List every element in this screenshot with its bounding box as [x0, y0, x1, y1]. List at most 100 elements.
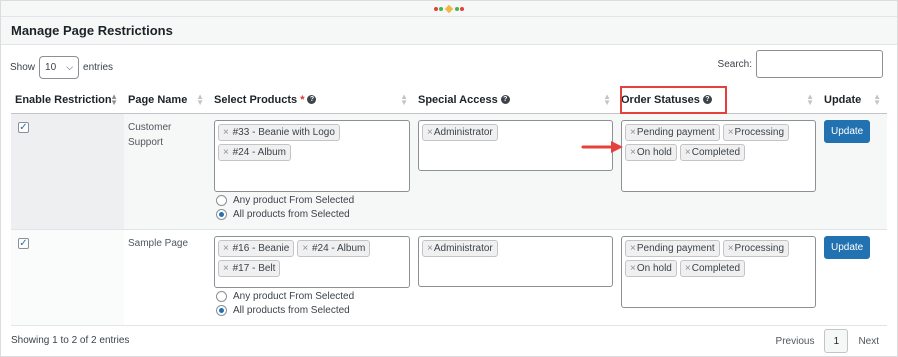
search-input[interactable]: [756, 50, 883, 78]
sort-icon: ▲ ▼: [873, 92, 881, 107]
radio-label: All products from Selected: [233, 304, 350, 316]
drag-handle[interactable]: [1, 1, 897, 17]
table-row: ✓ Sample Page × #16 - Beanie × #24 - Alb…: [11, 229, 887, 326]
status-tag: ×On hold: [625, 259, 677, 277]
remove-icon[interactable]: ×: [630, 147, 636, 158]
restrictions-table: Enable Restriction ▲ ▼ Page Name ▲ ▼ Select …: [11, 87, 887, 326]
radio-label: All products from Selected: [233, 208, 350, 220]
statuses-select[interactable]: ×Pending payment ×Processing ×On hold ×C…: [621, 119, 816, 192]
update-button[interactable]: Update: [824, 119, 871, 143]
radio-button[interactable]: [216, 208, 227, 220]
remove-icon[interactable]: ×: [427, 243, 433, 254]
entries-value: 10: [45, 62, 57, 73]
page-button-current[interactable]: 1: [824, 329, 849, 353]
col-products-label: Select Products: [214, 93, 298, 106]
status-tag: ×Completed: [679, 143, 746, 161]
diamond-icon: [444, 4, 454, 13]
tag-label: #33 - Beanie with Logo: [232, 126, 335, 138]
enable-cell: ✓: [11, 113, 124, 230]
col-update[interactable]: Update ▲ ▼: [820, 87, 887, 114]
help-icon[interactable]: ?: [307, 95, 317, 105]
update-button[interactable]: Update: [824, 235, 871, 259]
table-row: ✓ Customer Support × #33 - Beanie with L…: [11, 113, 887, 230]
product-tag: × #16 - Beanie: [218, 239, 295, 257]
table-controls: Show 10 ⌵ entries Search:: [1, 46, 897, 86]
radio-all-products[interactable]: All products from Selected: [216, 304, 410, 316]
remove-icon[interactable]: ×: [685, 263, 691, 274]
radio-button[interactable]: [216, 290, 227, 302]
sort-icon: ▲ ▼: [196, 92, 204, 107]
products-select[interactable]: × #16 - Beanie × #24 - Album × #17 - Bel…: [214, 235, 410, 288]
product-tag: × #24 - Album: [218, 143, 291, 161]
remove-icon[interactable]: ×: [630, 263, 636, 274]
tag-label: On hold: [636, 146, 672, 158]
remove-icon[interactable]: ×: [223, 127, 229, 138]
dot-icon: [434, 6, 438, 11]
remove-icon[interactable]: ×: [728, 243, 734, 254]
page-name: Customer Support: [128, 121, 172, 148]
update-cell: Update: [820, 229, 887, 326]
help-icon[interactable]: ?: [500, 95, 510, 105]
pagination: Previous 1 Next: [776, 329, 879, 353]
tag-label: #16 - Beanie: [232, 242, 290, 254]
remove-icon[interactable]: ×: [223, 147, 229, 158]
col-page-label: Page Name: [128, 93, 188, 106]
col-page-name[interactable]: Page Name ▲ ▼: [124, 87, 210, 114]
radio-button[interactable]: [216, 194, 227, 206]
status-tag: ×Pending payment: [625, 123, 720, 141]
tag-label: Processing: [734, 126, 784, 138]
search-label: Search:: [717, 58, 752, 70]
required-marker: *: [300, 93, 305, 106]
radio-any-product[interactable]: Any product From Selected: [216, 290, 410, 302]
remove-icon[interactable]: ×: [630, 243, 636, 254]
remove-icon[interactable]: ×: [223, 243, 229, 254]
radio-all-products[interactable]: All products from Selected: [216, 208, 410, 220]
order-statuses-highlight-box: [620, 86, 727, 114]
access-select[interactable]: ×Administrator: [418, 235, 613, 287]
dot-icon: [455, 6, 459, 11]
product-tag: × #33 - Beanie with Logo: [218, 123, 340, 141]
access-tag: ×Administrator: [422, 123, 498, 141]
tag-label: #24 - Album: [311, 242, 366, 254]
sort-icon: ▲ ▼: [400, 92, 408, 107]
sort-icon: ▲ ▼: [110, 92, 118, 107]
col-access-label: Special Access: [418, 93, 498, 106]
products-select[interactable]: × #33 - Beanie with Logo × #24 - Album: [214, 119, 410, 192]
entries-info: Showing 1 to 2 of 2 entries: [11, 335, 130, 346]
remove-icon[interactable]: ×: [302, 243, 308, 254]
col-select-products[interactable]: Select Products *? ▲ ▼: [210, 87, 414, 114]
next-button[interactable]: Next: [858, 336, 879, 347]
radio-any-product[interactable]: Any product From Selected: [216, 194, 410, 206]
col-special-access[interactable]: Special Access? ▲ ▼: [414, 87, 617, 114]
remove-icon[interactable]: ×: [630, 127, 636, 138]
enable-cell: ✓: [11, 229, 124, 326]
remove-icon[interactable]: ×: [223, 263, 229, 274]
col-enable-restriction[interactable]: Enable Restriction ▲ ▼: [11, 87, 124, 114]
remove-icon[interactable]: ×: [427, 127, 433, 138]
annotation-arrow-icon: [581, 141, 623, 153]
remove-icon[interactable]: ×: [728, 127, 734, 138]
radio-label: Any product From Selected: [233, 290, 355, 302]
tag-label: #17 - Belt: [232, 262, 276, 274]
col-enable-label: Enable Restriction: [15, 93, 112, 106]
chevron-down-icon: ⌵: [66, 62, 74, 72]
tag-label: Pending payment: [636, 242, 715, 254]
statuses-select[interactable]: ×Pending payment ×Processing ×On hold ×C…: [621, 235, 816, 308]
status-tag: ×Completed: [679, 259, 746, 277]
entries-label: entries: [83, 62, 114, 73]
tag-label: Administrator: [433, 242, 493, 254]
radio-label: Any product From Selected: [233, 194, 355, 206]
product-tag: × #24 - Album: [297, 239, 371, 257]
remove-icon[interactable]: ×: [685, 147, 691, 158]
tag-label: #24 - Album: [232, 146, 286, 158]
enable-checkbox[interactable]: ✓: [18, 237, 29, 249]
update-cell: Update: [820, 113, 887, 230]
previous-button[interactable]: Previous: [776, 336, 815, 347]
status-tag: ×On hold: [625, 143, 677, 161]
radio-button[interactable]: [216, 304, 227, 316]
enable-checkbox[interactable]: ✓: [18, 121, 29, 133]
table-footer: Showing 1 to 2 of 2 entries Previous 1 N…: [1, 327, 897, 357]
product-tag: × #17 - Belt: [218, 259, 281, 277]
statuses-cell: ×Pending payment ×Processing ×On hold ×C…: [617, 229, 820, 326]
entries-select[interactable]: 10 ⌵: [39, 56, 80, 79]
